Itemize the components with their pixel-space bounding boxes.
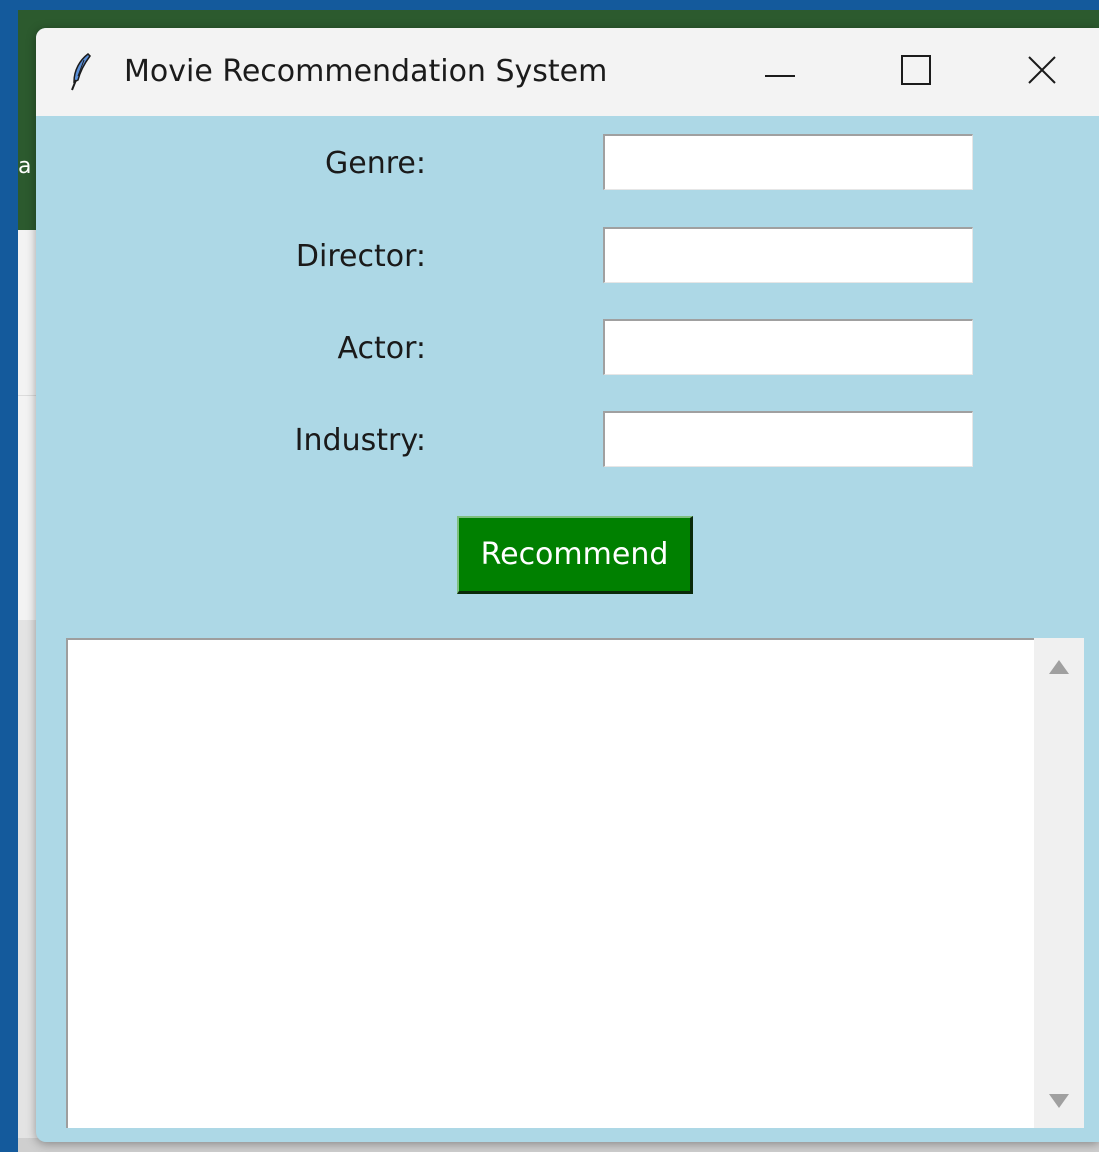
close-icon <box>1027 55 1057 89</box>
genre-label: Genre: <box>325 146 426 181</box>
background-window-text: a <box>18 154 32 179</box>
maximize-icon <box>901 55 931 89</box>
close-button[interactable] <box>984 28 1099 116</box>
output-scrollbar[interactable] <box>1034 638 1084 1128</box>
director-label: Director: <box>295 239 426 274</box>
minimize-button[interactable] <box>712 28 848 116</box>
recommendations-output[interactable] <box>66 638 1034 1128</box>
app-window: Movie Recommendation System Genre: Direc… <box>36 28 1099 1142</box>
triangle-up-icon <box>1047 658 1071 680</box>
recommend-button[interactable]: Recommend <box>457 516 693 594</box>
window-title: Movie Recommendation System <box>124 54 608 89</box>
triangle-down-icon <box>1047 1092 1071 1114</box>
industry-input[interactable] <box>603 411 973 467</box>
feather-icon <box>70 52 92 92</box>
actor-label: Actor: <box>337 331 426 366</box>
scroll-up-button[interactable] <box>1034 644 1084 694</box>
title-bar[interactable]: Movie Recommendation System <box>36 28 1099 116</box>
scroll-down-button[interactable] <box>1034 1078 1084 1128</box>
minimize-icon <box>765 63 795 82</box>
genre-input[interactable] <box>603 134 973 190</box>
desktop-background <box>0 0 18 1152</box>
maximize-button[interactable] <box>848 28 984 116</box>
actor-input[interactable] <box>603 319 973 375</box>
director-input[interactable] <box>603 227 973 283</box>
industry-label: Industry: <box>294 423 426 458</box>
